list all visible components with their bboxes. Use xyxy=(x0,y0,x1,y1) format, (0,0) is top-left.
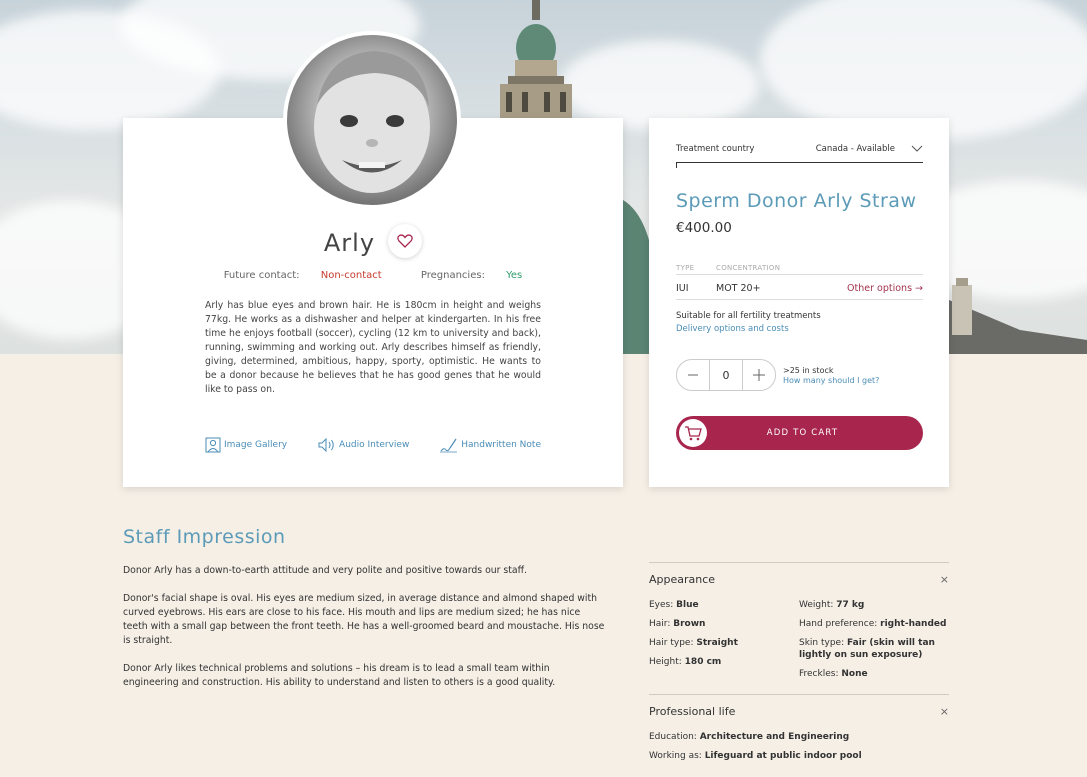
appearance-title: Appearance xyxy=(649,573,716,586)
stock-info: >25 in stock How many should I get? xyxy=(783,366,879,386)
future-contact: Future contact: Non-contact xyxy=(215,270,391,281)
donor-meta: Future contact: Non-contact Pregnancies:… xyxy=(123,270,623,281)
staff-paragraph: Donor's facial shape is oval. His eyes a… xyxy=(123,593,605,646)
options-header: TYPE CONCENTRATION xyxy=(676,264,780,272)
quantity-stepper: 0 xyxy=(676,359,776,391)
fact-eyes: Eyes: Blue xyxy=(649,599,794,611)
favorite-button[interactable] xyxy=(388,224,423,258)
treatment-country-label: Treatment country xyxy=(676,144,755,154)
appearance-facts-left: Eyes: Blue Hair: Brown Hair type: Straig… xyxy=(649,599,794,668)
type-value: IUI xyxy=(676,283,689,294)
fact-value: right-handed xyxy=(880,619,947,629)
select-tick xyxy=(676,162,677,168)
options-row: IUI MOT 20+ Other options → xyxy=(676,283,923,294)
close-icon[interactable]: × xyxy=(940,573,949,586)
fact-education: Education: Architecture and Engineering xyxy=(649,731,949,743)
divider xyxy=(649,562,949,563)
fact-value: 180 cm xyxy=(684,657,722,667)
fact-label: Weight: xyxy=(799,600,834,610)
minus-icon xyxy=(688,374,698,376)
professional-accordion-header[interactable]: Professional life × xyxy=(649,705,949,718)
fact-value: Architecture and Engineering xyxy=(699,732,850,742)
suitable-text: Suitable for all fertility treatments xyxy=(676,311,821,321)
staff-impression-text: Donor Arly has a down-to-earth attitude … xyxy=(123,564,605,704)
fact-hair-type: Hair type: Straight xyxy=(649,637,794,649)
chevron-down-icon xyxy=(911,142,923,157)
concentration-value: MOT 20+ xyxy=(716,283,761,294)
audio-interview-link[interactable]: Audio Interview xyxy=(318,437,409,453)
fact-height: Height: 180 cm xyxy=(649,656,794,668)
fact-working-as: Working as: Lifeguard at public indoor p… xyxy=(649,750,949,762)
decrement-button[interactable] xyxy=(677,360,709,390)
staff-impression-title: Staff Impression xyxy=(123,526,286,548)
portrait-icon xyxy=(205,437,221,453)
quantity-input[interactable]: 0 xyxy=(709,360,743,390)
add-to-cart-label: ADD TO CART xyxy=(766,428,839,438)
product-price: €400.00 xyxy=(676,220,732,236)
increment-button[interactable] xyxy=(743,360,775,390)
how-many-link[interactable]: How many should I get? xyxy=(783,376,879,386)
divider xyxy=(676,299,923,300)
plus-icon xyxy=(753,369,765,381)
fact-label: Height: xyxy=(649,657,682,667)
fact-hand-preference: Hand preference: right-handed xyxy=(799,618,949,630)
fact-label: Hair type: xyxy=(649,638,694,648)
pregnancies-value: Yes xyxy=(506,270,523,281)
donor-name: Arly xyxy=(323,229,376,257)
fact-value: None xyxy=(841,669,868,679)
heart-icon xyxy=(397,234,413,248)
image-gallery-link[interactable]: Image Gallery xyxy=(205,437,287,453)
image-gallery-label: Image Gallery xyxy=(224,440,288,450)
add-to-cart-button[interactable]: ADD TO CART xyxy=(676,416,923,450)
donor-bio: Arly has blue eyes and brown hair. He is… xyxy=(205,300,541,395)
fact-value: Straight xyxy=(696,638,738,648)
fact-label: Working as: xyxy=(649,751,702,761)
fact-label: Skin type: xyxy=(799,638,845,648)
fact-weight: Weight: 77 kg xyxy=(799,599,949,611)
staff-paragraph: Donor Arly likes technical problems and … xyxy=(123,663,556,688)
pregnancies-label: Pregnancies: xyxy=(420,270,485,281)
divider xyxy=(649,694,949,695)
fact-label: Eyes: xyxy=(649,600,674,610)
other-options-link[interactable]: Other options → xyxy=(847,283,923,294)
signature-icon xyxy=(440,438,458,453)
appearance-facts-right: Weight: 77 kg Hand preference: right-han… xyxy=(799,599,949,680)
media-links: Image Gallery Audio Interview Handwritte… xyxy=(205,437,541,453)
fact-label: Hand preference: xyxy=(799,619,878,629)
fact-label: Hair: xyxy=(649,619,671,629)
type-header: TYPE xyxy=(676,264,695,272)
fact-value: Lifeguard at public indoor pool xyxy=(704,751,862,761)
delivery-options-link[interactable]: Delivery options and costs xyxy=(676,324,789,334)
product-title: Sperm Donor Arly Straw xyxy=(676,190,917,212)
fact-skin-type: Skin type: Fair (skin will tan lightly o… xyxy=(799,637,949,661)
professional-title: Professional life xyxy=(649,705,736,718)
future-contact-value: Non-contact xyxy=(320,270,382,281)
fact-label: Education: xyxy=(649,732,697,742)
pregnancies: Pregnancies: Yes xyxy=(412,270,531,281)
fact-freckles: Freckles: None xyxy=(799,668,949,680)
treatment-country-select[interactable]: Treatment country Canada - Available xyxy=(676,143,923,163)
future-contact-label: Future contact: xyxy=(223,270,300,281)
professional-facts: Education: Architecture and Engineering … xyxy=(649,731,949,762)
child-photo-icon xyxy=(314,51,430,193)
close-icon[interactable]: × xyxy=(940,705,949,718)
treatment-country-value: Canada - Available xyxy=(815,144,895,154)
fact-value: 77 kg xyxy=(836,600,865,610)
stock-count: >25 in stock xyxy=(783,366,834,375)
handwritten-note-link[interactable]: Handwritten Note xyxy=(440,437,541,453)
staff-paragraph: Donor Arly has a down-to-earth attitude … xyxy=(123,565,527,576)
donor-name-row: Arly xyxy=(123,224,623,260)
donor-avatar[interactable] xyxy=(283,31,461,209)
appearance-accordion-header[interactable]: Appearance × xyxy=(649,573,949,586)
fact-value: Blue xyxy=(676,600,699,610)
divider xyxy=(676,274,923,275)
handwritten-note-label: Handwritten Note xyxy=(461,440,541,450)
concentration-header: CONCENTRATION xyxy=(716,264,781,272)
speaker-icon xyxy=(318,438,334,452)
fact-label: Freckles: xyxy=(799,669,839,679)
fact-value: Brown xyxy=(673,619,706,629)
audio-interview-label: Audio Interview xyxy=(339,440,410,450)
fact-hair: Hair: Brown xyxy=(649,618,794,630)
